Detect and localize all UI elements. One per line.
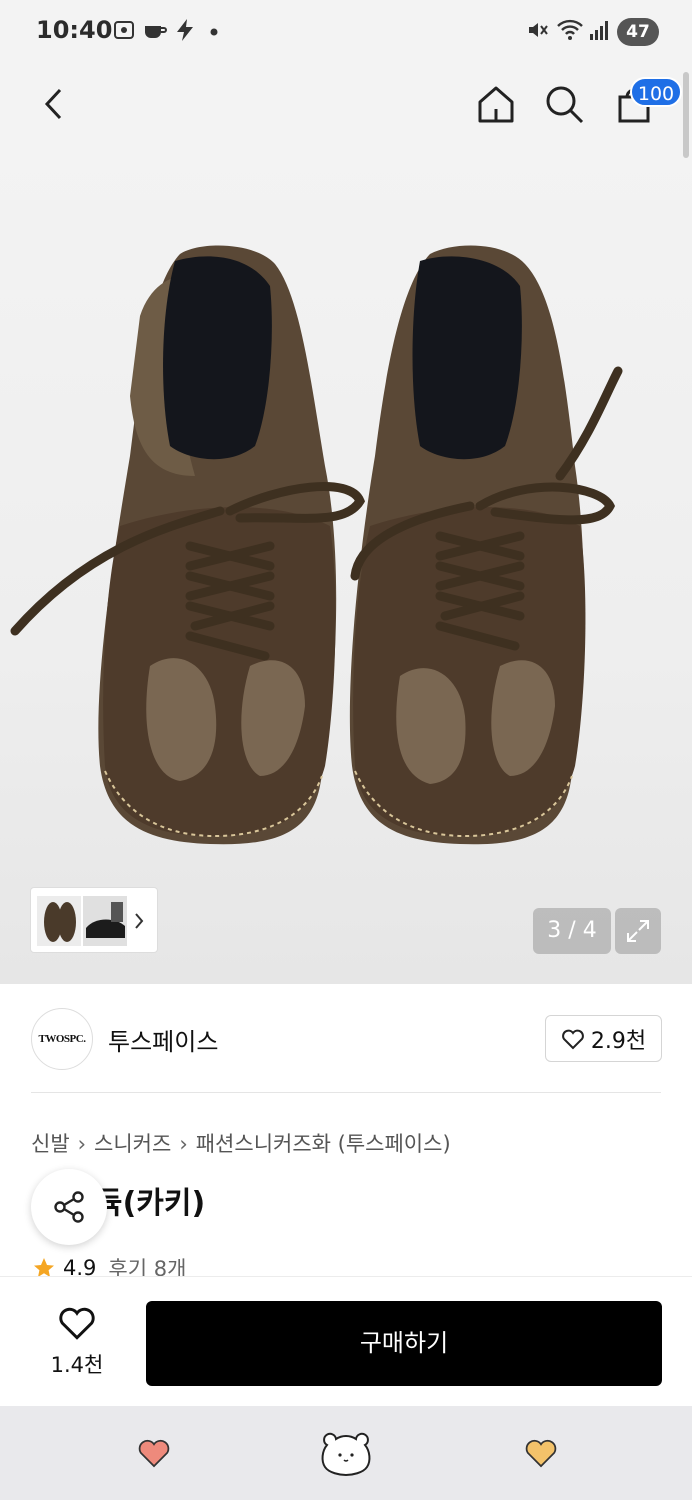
breadcrumb-item[interactable]: 스니커즈: [94, 1132, 171, 1156]
heart-outline-icon: [562, 1029, 584, 1049]
home-button[interactable]: [470, 78, 522, 130]
coffee-icon: [145, 26, 167, 38]
bear-icon: [321, 1432, 371, 1477]
brand-logo[interactable]: TWOSPC.: [31, 1008, 93, 1070]
thumbnail-images: [37, 896, 144, 946]
cart-count-badge: 100: [630, 77, 682, 107]
dot-icon: [210, 28, 218, 36]
expand-icon: [627, 920, 649, 942]
brand-like-count: 2.9천: [590, 1028, 647, 1054]
nav-bar: [0, 1406, 692, 1500]
share-button[interactable]: [31, 1169, 107, 1245]
heart-outline-icon: [59, 1307, 95, 1340]
chevron-left-icon: [44, 88, 62, 120]
expand-image-button[interactable]: [615, 908, 661, 954]
thumbnail-strip[interactable]: [30, 887, 158, 953]
image-counter: 3 / 4: [533, 908, 611, 954]
breadcrumb-item[interactable]: 패션스니커즈화 (투스페이스): [196, 1132, 451, 1156]
breadcrumb-item[interactable]: 신발: [31, 1132, 70, 1156]
mute-icon: [529, 23, 548, 37]
right-shoe: [349, 245, 623, 845]
scroll-indicator: [683, 72, 689, 158]
search-button[interactable]: [538, 78, 590, 130]
bolt-icon: [177, 19, 193, 41]
battery-indicator: 47: [617, 18, 659, 46]
share-icon: [54, 1191, 84, 1223]
left-shoe: [10, 245, 366, 845]
product-title-text: 듁(카키): [95, 1186, 206, 1221]
top-header: [0, 66, 692, 146]
brand-row: TWOSPC. 투스페이스 2.9천: [0, 984, 692, 1094]
divider: [31, 1092, 661, 1093]
brand-name[interactable]: 투스페이스: [108, 1022, 218, 1057]
home-icon: [478, 86, 514, 123]
product-image: [10, 245, 623, 845]
wifi-icon: [557, 19, 583, 40]
status-bar: 10:40 47: [0, 0, 692, 66]
status-time: 10:40: [36, 16, 113, 44]
nav-heart-right[interactable]: [511, 1428, 571, 1478]
bottom-action-bar: 1.4천 구매하기: [0, 1276, 692, 1406]
product-image-gallery[interactable]: 3 / 4: [0, 146, 692, 984]
back-button[interactable]: [28, 78, 80, 130]
wishlist-button[interactable]: 1.4천: [40, 1305, 114, 1379]
screen-record-icon: [114, 21, 134, 39]
breadcrumb: 신발 › 스니커즈 › 패션스니커즈화 (투스페이스): [31, 1128, 451, 1158]
chevron-right-icon: ›: [77, 1132, 87, 1156]
chevron-right-icon: ›: [179, 1132, 188, 1156]
wishlist-count: 1.4천: [50, 1353, 104, 1377]
nav-heart-left[interactable]: [124, 1428, 184, 1478]
heart-filled-icon: [525, 1439, 557, 1468]
nav-bear[interactable]: [316, 1428, 376, 1478]
brand-like-button[interactable]: 2.9천: [545, 1015, 662, 1062]
signal-icon: [590, 21, 608, 40]
search-icon: [546, 86, 584, 124]
heart-filled-icon: [138, 1439, 170, 1468]
buy-button[interactable]: 구매하기: [146, 1301, 662, 1386]
